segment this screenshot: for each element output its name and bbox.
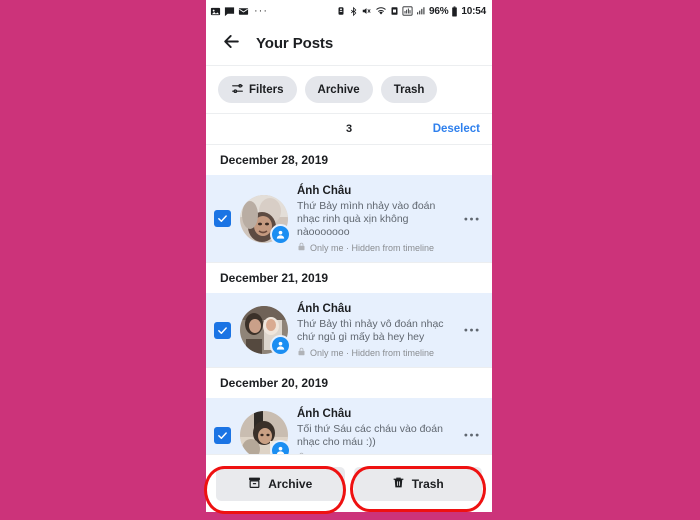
selection-bar: 3 Deselect <box>206 114 492 145</box>
trash-chip[interactable]: Trash <box>380 76 438 103</box>
post-text: Tối thứ Sáu các cháu vào đoán nhạc cho m… <box>297 423 443 448</box>
check-icon <box>218 326 227 334</box>
post-content: Ánh Châu Thứ Bảy thì nhảy vô đoán nhạc c… <box>297 302 460 358</box>
wifi-icon <box>375 6 387 16</box>
status-bar: ··· 96% 10:54 <box>206 0 492 22</box>
post-row[interactable]: Ánh Châu Thứ Bảy thì nhảy vô đoán nhạc c… <box>206 293 492 367</box>
archive-box-icon <box>248 476 261 492</box>
person-icon <box>270 223 291 245</box>
signal2-icon <box>416 6 426 16</box>
mute-icon <box>361 6 372 16</box>
avatar[interactable] <box>240 411 291 461</box>
archive-chip-label: Archive <box>317 83 360 96</box>
post-privacy-meta: Only me · Hidden from timeline <box>297 242 456 253</box>
post-checkbox[interactable] <box>214 426 231 444</box>
more-horizontal-icon <box>463 433 479 437</box>
check-icon <box>218 431 227 439</box>
filters-chip[interactable]: Filters <box>218 76 297 103</box>
page-title: Your Posts <box>256 35 334 52</box>
chat-icon <box>224 6 235 17</box>
archive-button[interactable]: Archive <box>216 466 345 501</box>
date-header: December 20, 2019 <box>206 368 492 398</box>
lock-icon <box>297 242 306 253</box>
date-header: December 28, 2019 <box>206 145 492 175</box>
deselect-button[interactable]: Deselect <box>433 123 480 135</box>
battery-icon <box>451 5 458 17</box>
check-icon <box>218 215 227 222</box>
trash-can-icon <box>392 476 405 492</box>
photo-icon <box>210 6 221 17</box>
post-author: Ánh Châu <box>297 408 352 420</box>
post-checkbox[interactable] <box>214 321 231 339</box>
sliders-icon <box>231 82 244 98</box>
back-button[interactable] <box>218 31 244 57</box>
post-author: Ánh Châu <box>297 303 352 315</box>
screenshot-canvas: ··· 96% 10:54 Your Posts Filters Archive… <box>0 0 700 520</box>
status-overflow-icon: ··· <box>254 5 268 17</box>
sim-icon <box>390 6 399 16</box>
post-row[interactable]: Ánh Châu Thứ Bảy mình nhảy vào đoán nhạc… <box>206 175 492 262</box>
post-meta-label: Only me · Hidden from timeline <box>310 347 435 358</box>
more-horizontal-icon <box>463 328 479 332</box>
signal-icon <box>402 6 413 16</box>
archive-button-label: Archive <box>268 476 313 491</box>
bluetooth-icon <box>349 6 358 17</box>
archive-chip[interactable]: Archive <box>304 76 373 103</box>
post-more-button[interactable] <box>460 217 482 221</box>
avatar[interactable] <box>240 306 291 356</box>
lock-icon <box>297 347 306 358</box>
filters-chip-label: Filters <box>249 83 284 96</box>
status-bar-right-icons: 96% 10:54 <box>336 6 486 17</box>
posts-list[interactable]: December 28, 2019 Ánh Châu Thứ Bảy mình … <box>206 145 492 487</box>
post-more-button[interactable] <box>460 433 482 437</box>
trash-chip-label: Trash <box>393 83 425 96</box>
app-bar: Your Posts <box>206 22 492 66</box>
avatar[interactable] <box>240 194 291 245</box>
more-horizontal-icon <box>463 217 479 220</box>
post-meta-label: Only me · Hidden from timeline <box>310 242 435 253</box>
status-bar-left-icons: ··· <box>210 5 268 17</box>
phone-screen: ··· 96% 10:54 Your Posts Filters Archive… <box>206 0 492 512</box>
alarm-icon <box>336 6 346 16</box>
filter-chip-row: Filters Archive Trash <box>206 66 492 114</box>
post-checkbox[interactable] <box>214 210 231 227</box>
post-text: Thứ Bảy mình nhảy vào đoán nhạc rinh quà… <box>297 200 436 238</box>
battery-percent-label: 96% <box>429 5 449 17</box>
arrow-left-icon <box>222 32 241 56</box>
trash-button-label: Trash <box>411 476 444 491</box>
bulk-action-bar: Archive Trash <box>206 454 492 512</box>
clock-label: 10:54 <box>461 5 486 17</box>
trash-button[interactable]: Trash <box>353 466 482 501</box>
post-text: Thứ Bảy thì nhảy vô đoán nhạc chứ ngủ gì… <box>297 318 444 343</box>
post-author: Ánh Châu <box>297 185 352 197</box>
mail-icon <box>238 6 249 17</box>
date-header: December 21, 2019 <box>206 263 492 293</box>
post-privacy-meta: Only me · Hidden from timeline <box>297 347 456 358</box>
person-icon <box>270 335 291 356</box>
post-content: Ánh Châu Thứ Bảy mình nhảy vào đoán nhạc… <box>297 184 460 253</box>
post-more-button[interactable] <box>460 328 482 332</box>
